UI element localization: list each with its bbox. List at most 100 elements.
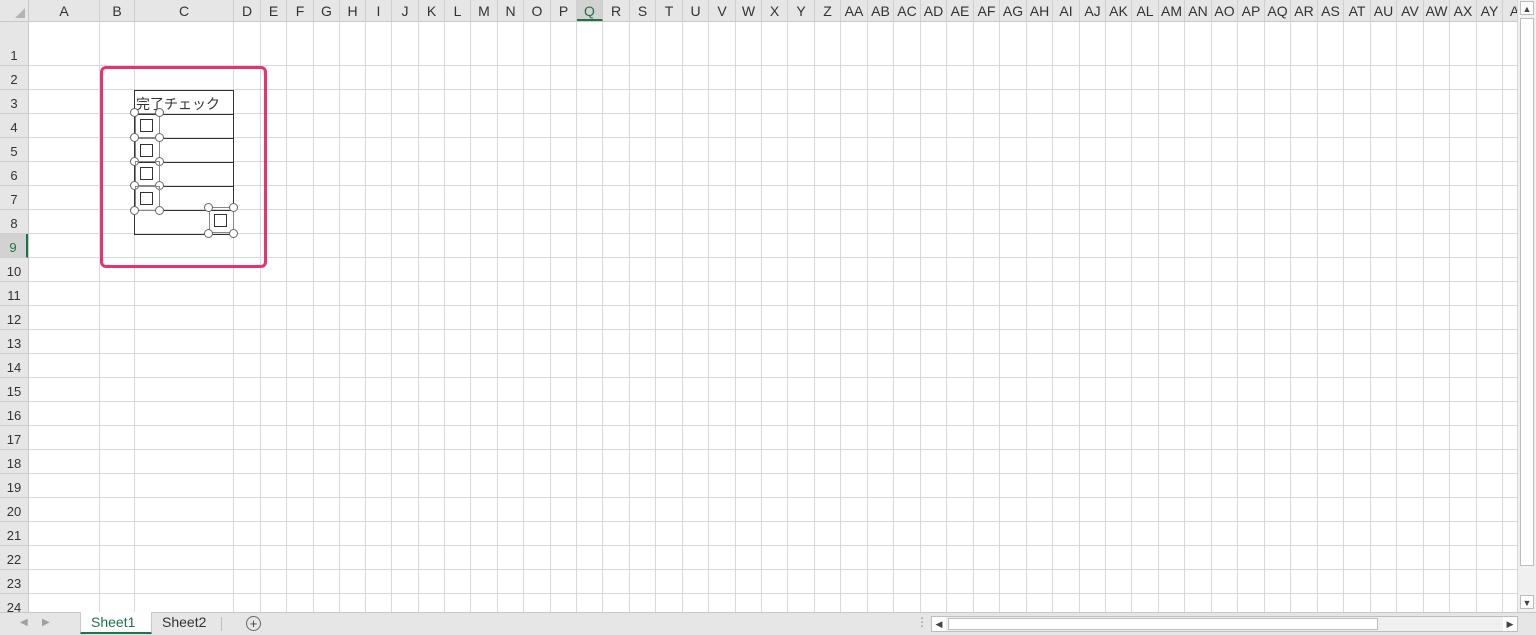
prev-sheet-icon[interactable]: ◀ — [20, 617, 28, 628]
row-header-5[interactable]: 5 — [0, 138, 28, 162]
column-header-s[interactable]: S — [630, 0, 656, 21]
tab-sheet1[interactable]: Sheet1 — [80, 612, 152, 634]
row-header-16[interactable]: 16 — [0, 402, 28, 426]
column-header-ah[interactable]: AH — [1027, 0, 1053, 21]
horizontal-scroll-thumb[interactable] — [948, 618, 1378, 630]
column-header-ay[interactable]: AY — [1477, 0, 1503, 21]
column-header-af[interactable]: AF — [974, 0, 1000, 21]
row-header-19[interactable]: 19 — [0, 474, 28, 498]
checkbox-3[interactable] — [140, 167, 153, 180]
cell-c3[interactable]: 完了チェック — [136, 94, 220, 114]
column-header-ac[interactable]: AC — [894, 0, 921, 21]
column-header-d[interactable]: D — [234, 0, 261, 21]
row-header-24[interactable]: 24 — [0, 594, 28, 612]
resize-handle[interactable] — [155, 206, 164, 215]
column-header-aq[interactable]: AQ — [1265, 0, 1291, 21]
row-header-21[interactable]: 21 — [0, 522, 28, 546]
column-header-r[interactable]: R — [603, 0, 630, 21]
column-header-j[interactable]: J — [392, 0, 419, 21]
scroll-down-icon[interactable]: ▼ — [1520, 595, 1534, 609]
column-header-q[interactable]: Q — [577, 0, 603, 21]
select-all-corner[interactable] — [0, 0, 29, 22]
column-header-c[interactable]: C — [135, 0, 234, 21]
column-header-ae[interactable]: AE — [947, 0, 974, 21]
resize-handle[interactable] — [229, 229, 238, 238]
row-header-14[interactable]: 14 — [0, 354, 28, 378]
column-header-ao[interactable]: AO — [1212, 0, 1238, 21]
column-header-au[interactable]: AU — [1371, 0, 1397, 21]
column-header-a[interactable]: A — [29, 0, 100, 21]
row-header-18[interactable]: 18 — [0, 450, 28, 474]
horizontal-scrollbar[interactable]: ◀ ▶ — [931, 616, 1518, 632]
column-header-ag[interactable]: AG — [1000, 0, 1027, 21]
column-header-x[interactable]: X — [762, 0, 788, 21]
row-header-6[interactable]: 6 — [0, 162, 28, 186]
column-header-l[interactable]: L — [445, 0, 471, 21]
row-header-23[interactable]: 23 — [0, 570, 28, 594]
split-handle-icon[interactable]: ⋮ — [916, 615, 928, 629]
row-header-10[interactable]: 10 — [0, 258, 28, 282]
resize-handle[interactable] — [130, 108, 139, 117]
column-header-i[interactable]: I — [366, 0, 392, 21]
column-header-k[interactable]: K — [419, 0, 445, 21]
column-header-w[interactable]: W — [736, 0, 762, 21]
checkbox-4[interactable] — [140, 192, 153, 205]
resize-handle[interactable] — [130, 206, 139, 215]
column-header-ar[interactable]: AR — [1291, 0, 1318, 21]
resize-handle[interactable] — [155, 133, 164, 142]
tab-sheet2[interactable]: Sheet2 — [152, 612, 220, 634]
column-header-h[interactable]: H — [340, 0, 366, 21]
row-header-13[interactable]: 13 — [0, 330, 28, 354]
row-header-22[interactable]: 22 — [0, 546, 28, 570]
column-header-u[interactable]: U — [683, 0, 709, 21]
row-header-1[interactable]: 1 — [0, 22, 28, 66]
resize-handle[interactable] — [204, 203, 213, 212]
row-header-20[interactable]: 20 — [0, 498, 28, 522]
resize-handle[interactable] — [130, 133, 139, 142]
row-header-7[interactable]: 7 — [0, 186, 28, 210]
column-header-g[interactable]: G — [314, 0, 340, 21]
column-header-n[interactable]: N — [498, 0, 524, 21]
column-header-p[interactable]: P — [551, 0, 577, 21]
vertical-scrollbar[interactable]: ▲ ▼ — [1517, 0, 1536, 612]
checkbox-1[interactable] — [140, 119, 153, 132]
row-header-9[interactable]: 9 — [0, 234, 28, 258]
column-header-o[interactable]: O — [524, 0, 551, 21]
column-header-as[interactable]: AS — [1318, 0, 1344, 21]
column-header-z[interactable]: Z — [815, 0, 841, 21]
worksheet-grid[interactable]: 完了チェック — [29, 22, 1517, 612]
scroll-left-icon[interactable]: ◀ — [932, 617, 946, 631]
column-header-ap[interactable]: AP — [1238, 0, 1265, 21]
column-header-aw[interactable]: AW — [1424, 0, 1450, 21]
column-header-ai[interactable]: AI — [1053, 0, 1080, 21]
column-header-b[interactable]: B — [100, 0, 135, 21]
row-header-11[interactable]: 11 — [0, 282, 28, 306]
column-header-y[interactable]: Y — [788, 0, 815, 21]
resize-handle[interactable] — [229, 203, 238, 212]
column-header-aj[interactable]: AJ — [1080, 0, 1106, 21]
column-header-ak[interactable]: AK — [1106, 0, 1132, 21]
row-header-8[interactable]: 8 — [0, 210, 28, 234]
column-header-e[interactable]: E — [261, 0, 287, 21]
column-header-am[interactable]: AM — [1159, 0, 1185, 21]
resize-handle[interactable] — [204, 229, 213, 238]
column-header-al[interactable]: AL — [1132, 0, 1159, 21]
checkbox-5[interactable] — [214, 214, 227, 227]
column-header-ab[interactable]: AB — [868, 0, 894, 21]
column-header-m[interactable]: M — [471, 0, 498, 21]
row-header-12[interactable]: 12 — [0, 306, 28, 330]
column-header-ax[interactable]: AX — [1450, 0, 1477, 21]
row-header-17[interactable]: 17 — [0, 426, 28, 450]
column-header-f[interactable]: F — [287, 0, 314, 21]
column-header-a-partial[interactable]: A — [1503, 0, 1517, 21]
row-header-2[interactable]: 2 — [0, 66, 28, 90]
column-header-av[interactable]: AV — [1397, 0, 1424, 21]
scroll-right-icon[interactable]: ▶ — [1503, 617, 1517, 631]
row-header-15[interactable]: 15 — [0, 378, 28, 402]
column-header-an[interactable]: AN — [1185, 0, 1212, 21]
row-header-4[interactable]: 4 — [0, 114, 28, 138]
scroll-up-icon[interactable]: ▲ — [1520, 1, 1534, 15]
add-sheet-icon[interactable]: + — [246, 616, 261, 631]
row-header-3[interactable]: 3 — [0, 90, 28, 114]
next-sheet-icon[interactable]: ▶ — [42, 617, 50, 628]
